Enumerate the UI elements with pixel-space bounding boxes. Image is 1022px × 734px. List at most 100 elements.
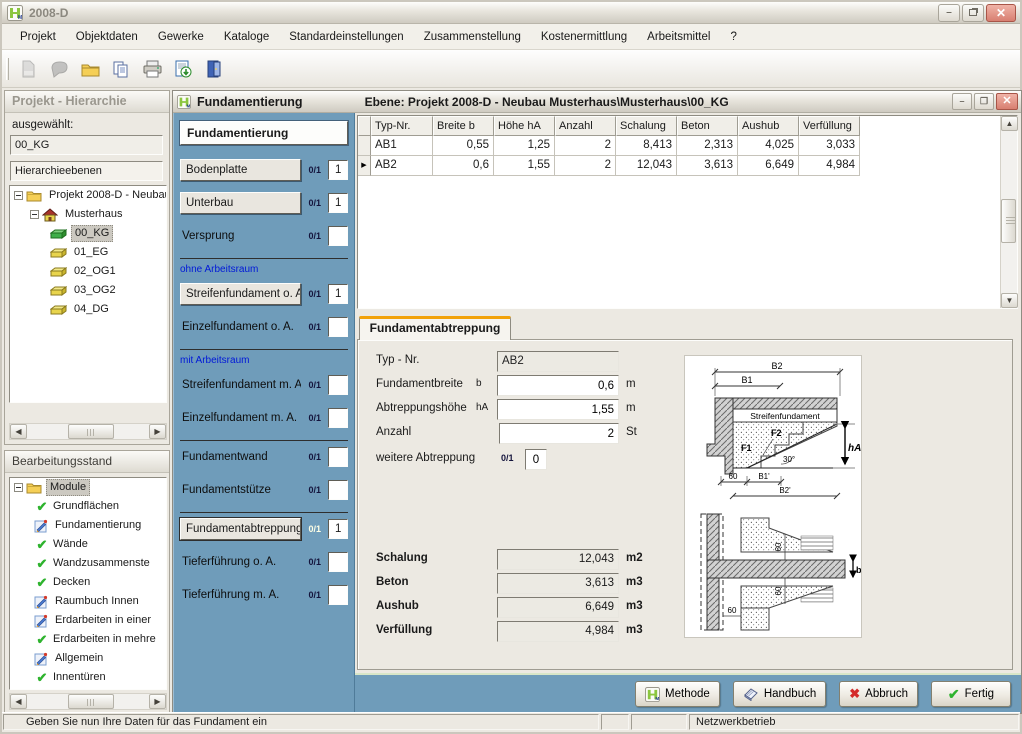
cell[interactable]: 2 (555, 156, 616, 176)
module-item-label[interactable]: Allgemein (52, 651, 106, 666)
module-item-label[interactable]: Erdarbeiten in einer (52, 613, 154, 628)
cell[interactable]: 8,413 (616, 136, 677, 156)
export-icon[interactable] (170, 56, 196, 82)
module-item-label[interactable]: Wandzusammenste (50, 556, 153, 571)
scroll-right-icon[interactable]: ▶ (149, 694, 166, 709)
unterbau-button[interactable]: Unterbau (180, 192, 301, 214)
tree-node-label[interactable]: Musterhaus (62, 207, 125, 222)
count-box[interactable] (328, 408, 348, 428)
cell[interactable]: 2 (555, 136, 616, 156)
tree-node-label[interactable]: 04_DG (71, 302, 112, 317)
restore-button[interactable] (962, 4, 984, 22)
tree-node-floor[interactable]: 03_OG2 (10, 281, 166, 300)
minimize-button[interactable]: – (938, 4, 960, 22)
active-row-marker-icon[interactable]: ▶ (358, 156, 371, 176)
fertig-button[interactable]: ✔ Fertig (931, 681, 1011, 707)
module-item[interactable]: Raumbuch Innen (10, 592, 166, 611)
fundamentbreite-input[interactable] (497, 375, 619, 396)
print-icon[interactable] (139, 56, 165, 82)
module-item[interactable]: ✔ Erdarbeiten in mehre (10, 630, 166, 649)
row-selector[interactable] (358, 136, 371, 156)
scrollbar-thumb[interactable] (1001, 199, 1016, 243)
fundamentstuetze-label[interactable]: Fundamentstütze (180, 484, 301, 496)
collapse-icon[interactable] (14, 191, 23, 200)
count-box[interactable]: 1 (328, 193, 348, 213)
menu-kataloge[interactable]: Kataloge (214, 27, 279, 47)
menu-arbeitsmittel[interactable]: Arbeitsmittel (637, 27, 720, 47)
count-box[interactable] (328, 375, 348, 395)
einzelfundament-ma-label[interactable]: Einzelfundament m. A. (180, 412, 301, 424)
scrollbar-thumb[interactable] (68, 424, 114, 439)
count-box[interactable] (328, 585, 348, 605)
col-breite-b[interactable]: Breite b (433, 116, 494, 136)
cell[interactable]: 1,25 (494, 136, 555, 156)
methode-button[interactable]: M Methode (635, 681, 720, 707)
tieferfuehrung-ma-label[interactable]: Tieferführung m. A. (180, 589, 301, 601)
levels-header[interactable]: Hierarchieebenen (10, 161, 163, 181)
cell[interactable]: 2,313 (677, 136, 738, 156)
fundamentabtreppung-button[interactable]: Fundamentabtreppung (180, 518, 301, 540)
count-box[interactable] (328, 447, 348, 467)
close-button[interactable]: ✕ (986, 4, 1016, 22)
tree-node-floor[interactable]: 04_DG (10, 300, 166, 319)
tree-node-floor[interactable]: 01_EG (10, 243, 166, 262)
module-item-label[interactable]: Erdarbeiten in mehre (50, 632, 159, 647)
cell[interactable]: 1,55 (494, 156, 555, 176)
menu-standardeinstellungen[interactable]: Standardeinstellungen (279, 27, 413, 47)
scroll-left-icon[interactable]: ◀ (10, 424, 27, 439)
count-box[interactable] (328, 552, 348, 572)
tree-node-label[interactable]: Projekt 2008-D - Neubau (46, 188, 167, 203)
module-close-button[interactable]: ✕ (996, 93, 1018, 110)
col-schalung[interactable]: Schalung (616, 116, 677, 136)
cell[interactable]: 3,613 (677, 156, 738, 176)
cell[interactable]: 0,55 (433, 136, 494, 156)
table-row-active[interactable]: ▶ AB2 0,6 1,55 2 12,043 3,613 6,649 4,98… (358, 156, 1000, 176)
col-anzahl[interactable]: Anzahl (555, 116, 616, 136)
menu-projekt[interactable]: Projekt (10, 27, 66, 47)
copy-icon[interactable] (108, 56, 134, 82)
bodenplatte-button[interactable]: Bodenplatte (180, 159, 301, 181)
streifenfundament-oa-button[interactable]: Streifenfundament o. A. (180, 283, 301, 305)
module-item-label[interactable]: Decken (50, 575, 93, 590)
tree-node-label[interactable]: 03_OG2 (71, 283, 119, 298)
col-beton[interactable]: Beton (677, 116, 738, 136)
hierarchy-horizontal-scrollbar[interactable]: ◀ ▶ (9, 423, 167, 440)
tree-node-label[interactable]: Module (46, 479, 90, 496)
cell[interactable]: 6,649 (738, 156, 799, 176)
fundamentwand-label[interactable]: Fundamentwand (180, 451, 301, 463)
toolbar-grip[interactable] (6, 58, 9, 80)
scroll-down-icon[interactable]: ▼ (1001, 293, 1018, 308)
module-item[interactable]: ✔ Wandzusammenste (10, 554, 166, 573)
cell[interactable]: 4,984 (799, 156, 860, 176)
handbuch-button[interactable]: Handbuch (733, 681, 826, 707)
open-folder-icon[interactable] (77, 56, 103, 82)
module-item[interactable]: Allgemein (10, 649, 166, 668)
module-item[interactable]: ✔ Wände (10, 535, 166, 554)
cell[interactable]: 4,025 (738, 136, 799, 156)
module-minimize-button[interactable]: – (952, 93, 972, 110)
exit-door-icon[interactable] (201, 56, 227, 82)
col-hoehe-ha[interactable]: Höhe hA (494, 116, 555, 136)
module-item-label[interactable]: Wände (50, 537, 91, 552)
cell[interactable]: 0,6 (433, 156, 494, 176)
module-item-label[interactable]: Raumbuch Innen (52, 594, 142, 609)
einzelfundament-oa-label[interactable]: Einzelfundament o. A. (180, 321, 301, 333)
scroll-right-icon[interactable]: ▶ (149, 424, 166, 439)
menu-gewerke[interactable]: Gewerke (148, 27, 214, 47)
collapse-icon[interactable] (14, 483, 23, 492)
title-bar[interactable]: M 2008-D – ✕ (2, 2, 1020, 24)
tab-fundamentabtreppung[interactable]: Fundamentabtreppung (359, 316, 511, 340)
tree-node-label[interactable]: 02_OG1 (71, 264, 119, 279)
scrollbar-thumb[interactable] (68, 694, 114, 709)
tieferfuehrung-oa-label[interactable]: Tieferführung o. A. (180, 556, 301, 568)
versprung-label[interactable]: Versprung (180, 230, 301, 242)
module-item-label[interactable]: Innentüren (50, 670, 109, 685)
cell[interactable]: AB1 (371, 136, 433, 156)
module-item[interactable]: ✔ Decken (10, 573, 166, 592)
tree-node-floor[interactable]: 02_OG1 (10, 262, 166, 281)
tree-node-label-selected[interactable]: 00_KG (71, 225, 113, 242)
count-box[interactable] (328, 226, 348, 246)
collapse-icon[interactable] (30, 210, 39, 219)
count-box[interactable]: 1 (328, 519, 348, 539)
count-box[interactable]: 1 (328, 284, 348, 304)
